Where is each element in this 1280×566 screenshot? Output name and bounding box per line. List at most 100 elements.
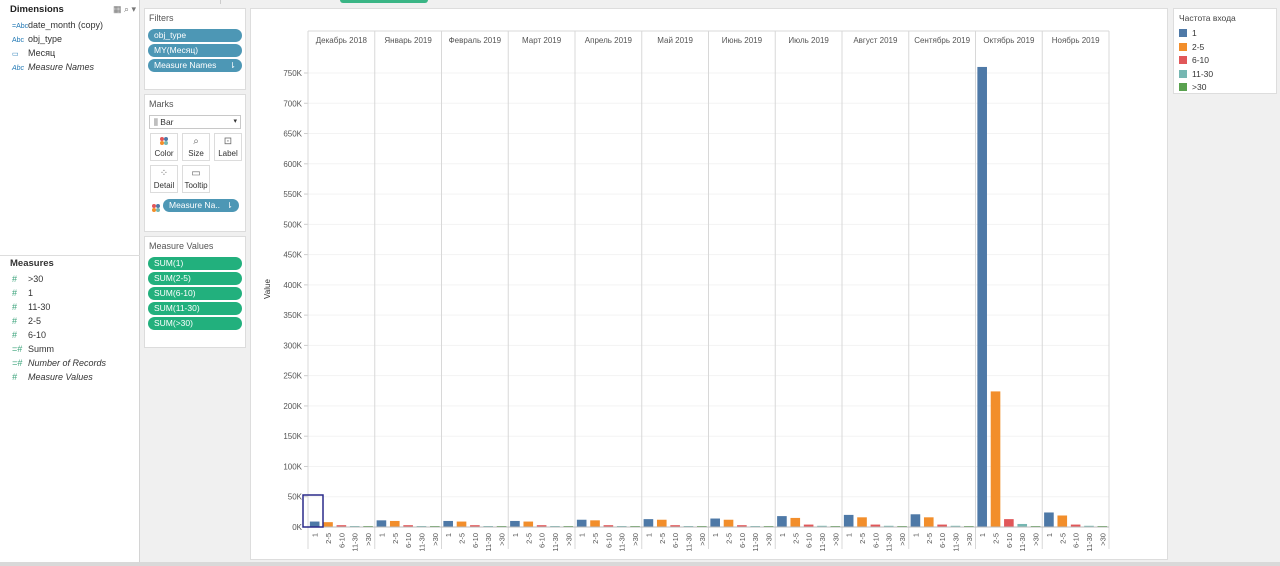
x-tick-label: 11-30: [351, 533, 360, 552]
filters-shelf: Filters obj_type MY(Месяц) Measure Names…: [144, 8, 246, 90]
x-tick-label: 2-5: [324, 533, 333, 544]
panel-header-label: Февраль 2019: [449, 36, 502, 45]
measure-field[interactable]: # >30: [0, 272, 140, 286]
measure-field[interactable]: #1: [0, 286, 140, 300]
x-tick-label: 2-5: [925, 533, 934, 544]
measures-list: # >30 #1 #11-30 #2-5 #6-10 =# Summ =# Number of R…: [0, 272, 140, 384]
x-tick-label: 2-5: [524, 533, 533, 544]
measure-field[interactable]: #11-30: [0, 300, 140, 314]
x-tick-label: 6-10: [337, 533, 346, 548]
marks-buttons: Color ⌕ Size ⊡ Label ⁘ Detail ▭ Tooltip: [150, 133, 242, 193]
measure-pill-sum-11-30[interactable]: SUM(11-30): [148, 302, 242, 315]
bar: [443, 520, 453, 527]
tooltip-icon: ▭: [191, 168, 201, 179]
x-tick-label: 6-10: [671, 533, 680, 548]
bar: [389, 520, 400, 527]
legend-item[interactable]: 1: [1174, 27, 1276, 41]
viz-canvas[interactable]: Value 0K 50K 100K 150K 200K 250K 300K 350K 400K 45…: [250, 8, 1168, 560]
label-icon: ⊡: [223, 136, 233, 147]
legend-item[interactable]: 11-30: [1174, 68, 1276, 82]
panel-header-label: Сентябрь 2019: [914, 36, 970, 45]
y-tick-label: 550K: [283, 190, 302, 199]
legend-item[interactable]: 2-5: [1174, 41, 1276, 55]
panel-header-label: Июль 2019: [788, 36, 829, 45]
legend-item[interactable]: >30: [1174, 81, 1276, 95]
data-pane-tools[interactable]: ▦ ⌕ ▾: [113, 4, 136, 15]
bar: [790, 517, 801, 527]
x-tick-label: >30: [765, 533, 774, 546]
x-tick-label: 11-30: [818, 533, 827, 552]
measure-pill-sum-1[interactable]: SUM(1): [148, 257, 242, 270]
y-tick-label: 400K: [283, 281, 302, 290]
dimension-field-label: Measure Names: [28, 62, 95, 72]
measure-pill-sum-over-30[interactable]: SUM(>30): [148, 317, 242, 330]
x-tick-label: >30: [831, 533, 840, 546]
filter-pill-measure-names[interactable]: Measure Names ⇂: [148, 59, 242, 72]
panel-header-label: Январь 2019: [384, 36, 432, 45]
detail-button[interactable]: ⁘ Detail: [150, 165, 178, 193]
bar: [656, 519, 667, 527]
x-tick-label: 6-10: [938, 533, 947, 548]
x-tick-label: 1: [711, 533, 720, 537]
bar: [456, 521, 467, 527]
x-tick-label: 6-10: [805, 533, 814, 548]
filter-pill-obj-type[interactable]: obj_type: [148, 29, 242, 42]
measure-field[interactable]: =# Number of Records: [0, 356, 140, 370]
marks-color-pill[interactable]: Measure Na.. ⇂: [163, 199, 239, 212]
x-tick-label: 6-10: [538, 533, 547, 548]
color-legend: Частота входа 1 2-5 6-10 11-30 >30: [1173, 8, 1277, 94]
measure-field[interactable]: # Measure Values: [0, 370, 140, 384]
x-tick-label: 1: [444, 533, 453, 537]
measure-pill-sum-6-10[interactable]: SUM(6-10): [148, 287, 242, 300]
measure-pill-sum-2-5[interactable]: SUM(2-5): [148, 272, 242, 285]
measure-field[interactable]: #2-5: [0, 314, 140, 328]
panel-header-label: Июнь 2019: [722, 36, 763, 45]
x-tick-label: 1: [644, 533, 653, 537]
x-tick-label: 11-30: [417, 533, 426, 552]
x-tick-label: 1: [311, 533, 320, 537]
measure-type-icon: #: [12, 316, 18, 326]
x-tick-label: 11-30: [1085, 533, 1094, 552]
measure-type-icon: =#: [12, 344, 23, 354]
x-tick-label: 11-30: [885, 533, 894, 552]
measure-field-label: Summ: [28, 344, 55, 354]
tooltip-button[interactable]: ▭ Tooltip: [182, 165, 210, 193]
dimension-field[interactable]: =Abcdate_month (copy): [0, 18, 140, 32]
color-button[interactable]: Color: [150, 133, 178, 161]
measure-field[interactable]: #6-10: [0, 328, 140, 342]
bar-chart: Value 0K 50K 100K 150K 200K 250K 300K 350K 400K 45…: [263, 30, 1110, 552]
y-tick-label: 450K: [283, 251, 302, 260]
label-label: Label: [218, 149, 238, 158]
tooltip-label: Tooltip: [184, 181, 208, 190]
measure-field[interactable]: =# Summ: [0, 342, 140, 356]
x-tick-label: 1: [778, 533, 787, 537]
dimension-field[interactable]: Abc Measure Names: [0, 60, 140, 74]
filter-pill-month[interactable]: MY(Месяц): [148, 44, 242, 57]
measure-field-label: >30: [28, 274, 44, 284]
y-tick-label: 0K: [292, 523, 302, 532]
measure-type-icon: #: [12, 274, 18, 284]
legend-label: 6-10: [1192, 55, 1210, 65]
x-tick-label: 2-5: [992, 533, 1001, 544]
legend-item[interactable]: 6-10: [1174, 54, 1276, 68]
x-tick-label: >30: [631, 533, 640, 546]
size-button[interactable]: ⌕ Size: [182, 133, 210, 161]
bar: [523, 521, 534, 527]
bar: [1044, 512, 1054, 527]
panel-header-label: Ноябрь 2019: [1052, 36, 1100, 45]
top-tab-strip: [220, 0, 450, 4]
dimension-field[interactable]: Abc obj_type: [0, 32, 140, 46]
bar: [843, 514, 854, 527]
dimension-field[interactable]: ▭ Месяц: [0, 46, 140, 60]
mark-type-dropdown[interactable]: ⫼ Bar ▾: [149, 115, 241, 129]
x-tick-label: >30: [498, 533, 507, 546]
x-tick-label: 2-5: [658, 533, 667, 544]
x-tick-label: 6-10: [1072, 533, 1081, 548]
dimensions-title: Dimensions: [10, 4, 64, 15]
dimension-field-label: obj_type: [28, 34, 63, 44]
y-tick-label: 750K: [283, 69, 302, 78]
x-tick-label: >30: [564, 533, 573, 546]
legend-label: >30: [1192, 82, 1207, 92]
legend-swatch: [1179, 42, 1187, 51]
label-button[interactable]: ⊡ Label: [214, 133, 242, 161]
